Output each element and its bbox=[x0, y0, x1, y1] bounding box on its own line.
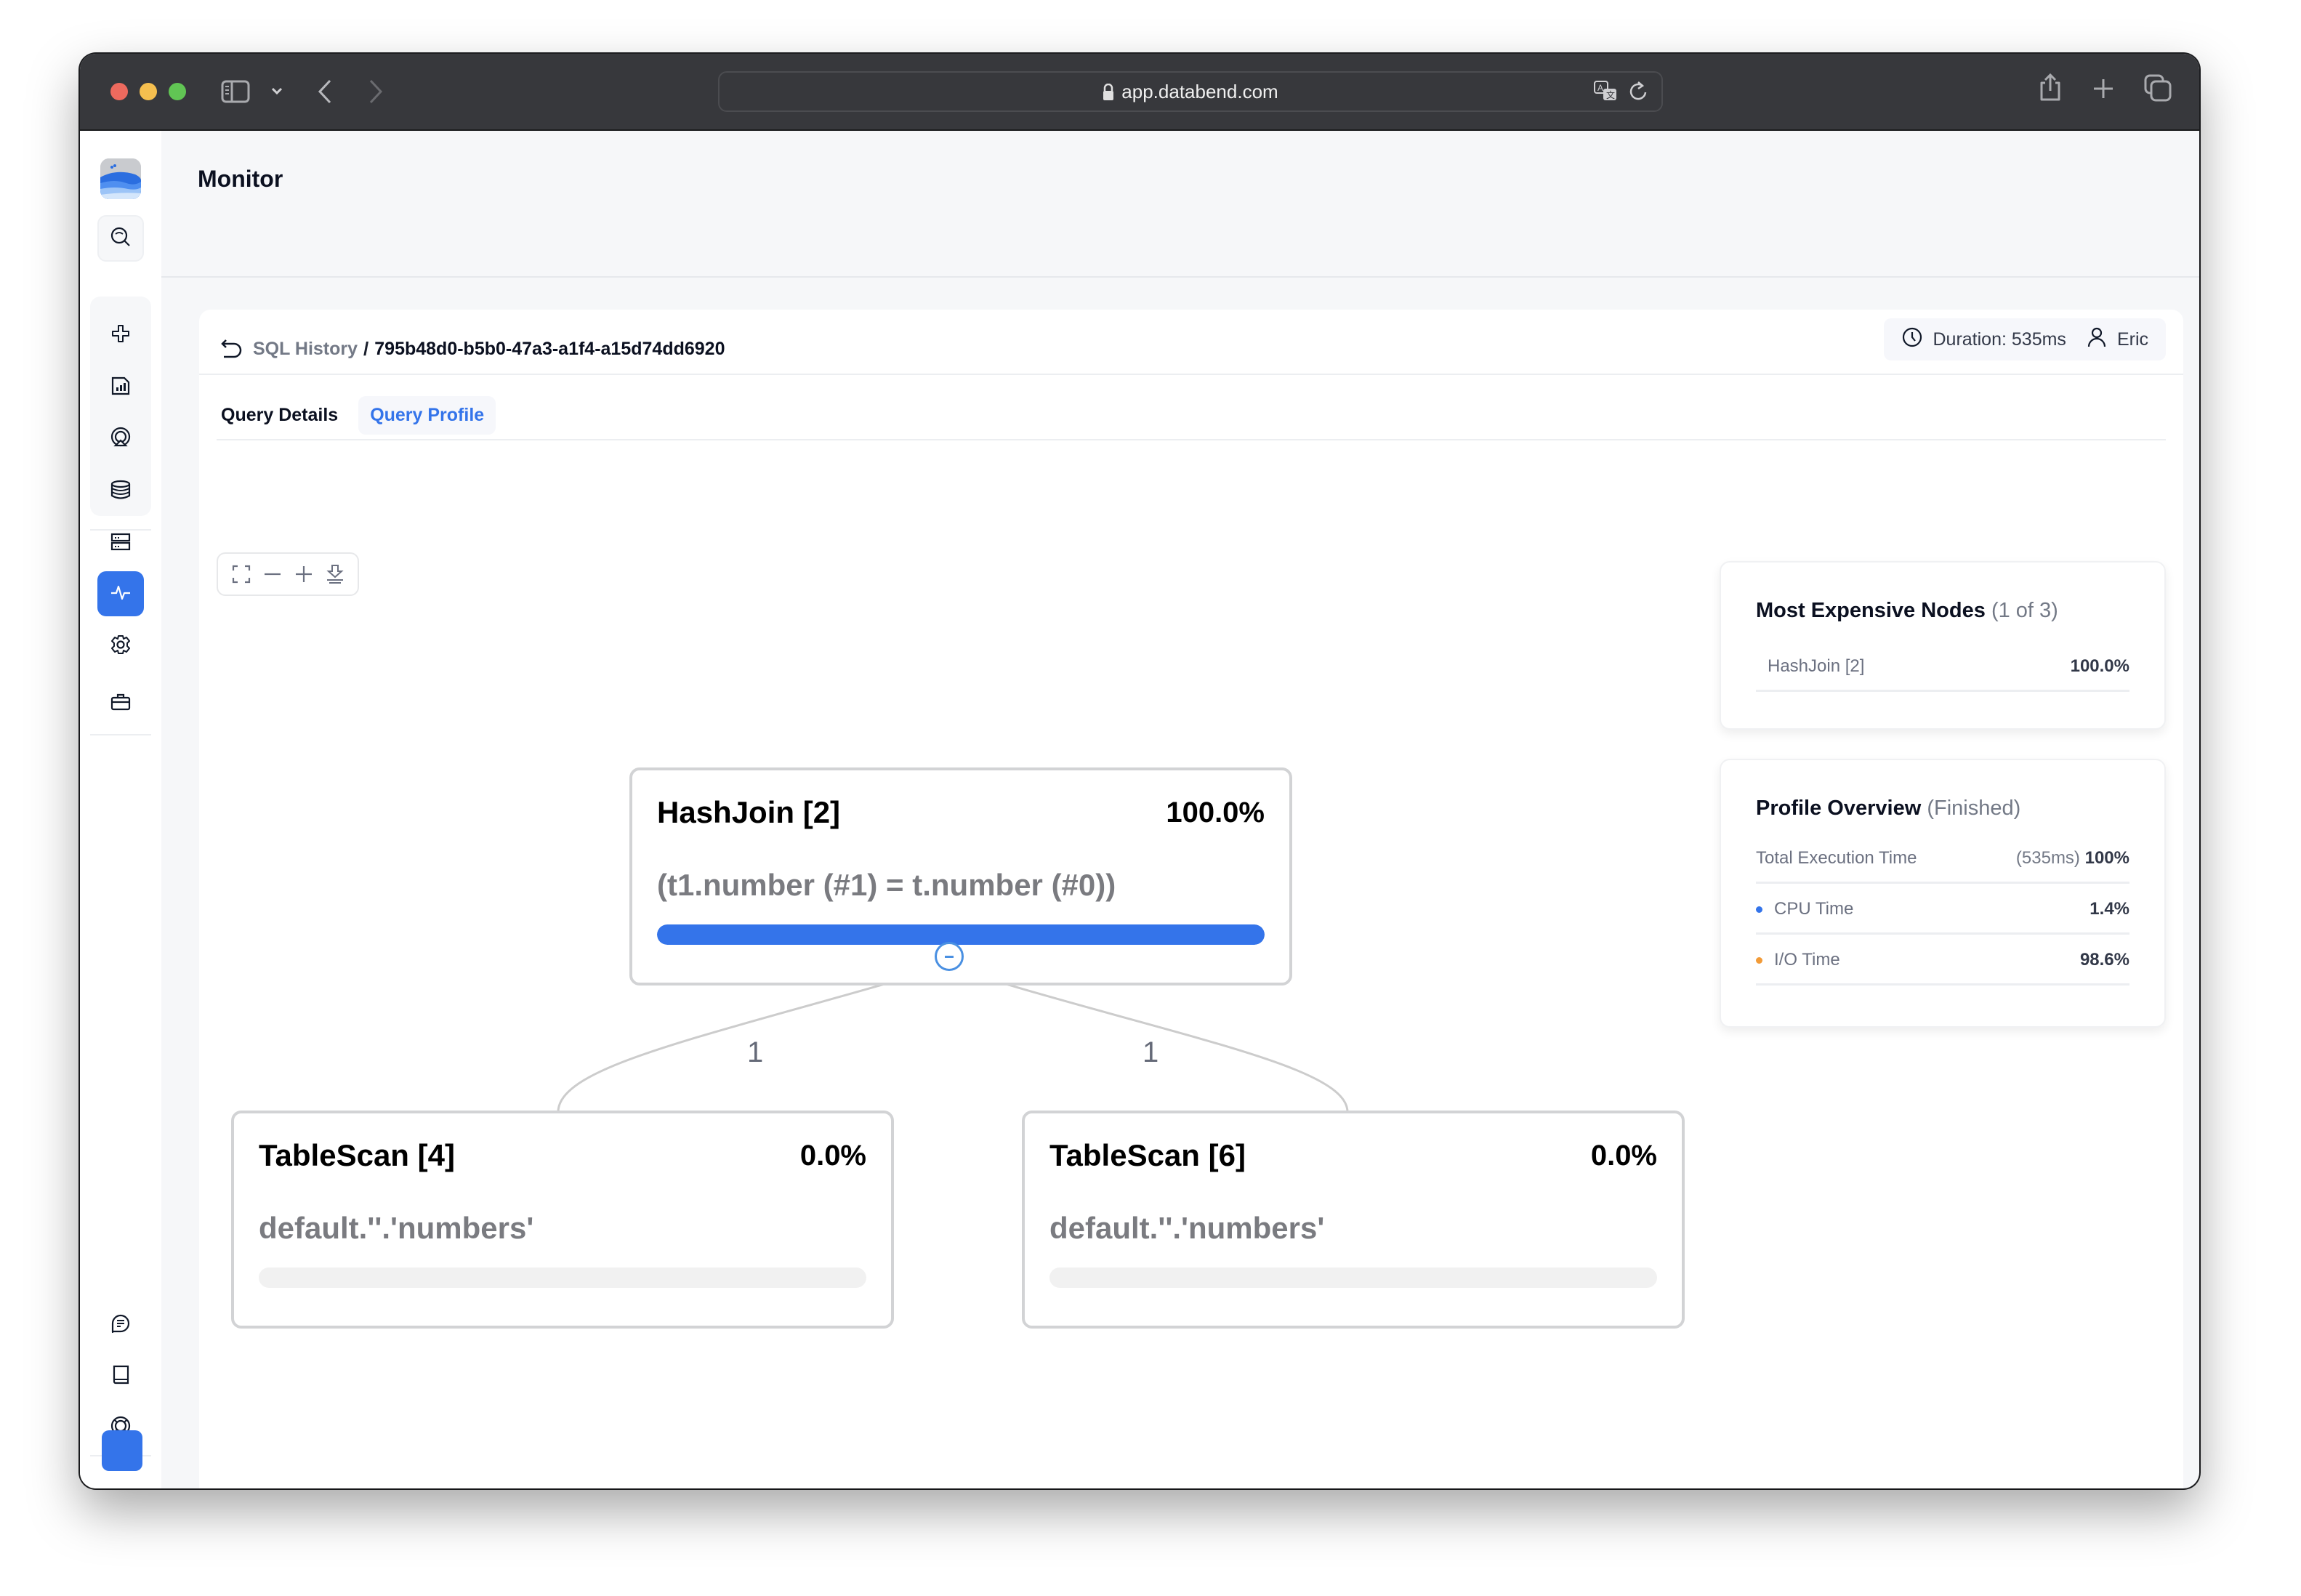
sidebar-item-warehouses[interactable] bbox=[97, 520, 144, 566]
browser-window: app.databend.com A文 Monitor SQL History … bbox=[80, 54, 2199, 1488]
sidebar-divider bbox=[90, 529, 151, 531]
sidebar-item-docs[interactable] bbox=[97, 1353, 144, 1399]
url-text: app.databend.com bbox=[1121, 80, 1278, 102]
reload-icon[interactable] bbox=[1628, 80, 1648, 110]
address-bar[interactable]: app.databend.com A文 bbox=[718, 71, 1663, 112]
edge-label: 1 bbox=[1143, 1036, 1159, 1068]
cpu-time-dot bbox=[1756, 906, 1762, 913]
browser-toolbar: app.databend.com A文 bbox=[80, 54, 2199, 131]
minimize-window-button[interactable] bbox=[140, 83, 157, 100]
node-description: default.''.'numbers' bbox=[259, 1211, 534, 1245]
clock-icon bbox=[1901, 326, 1923, 353]
search-icon bbox=[110, 226, 132, 251]
forward-icon[interactable] bbox=[368, 78, 384, 108]
app-logo[interactable] bbox=[100, 158, 141, 199]
lock-icon bbox=[1103, 83, 1114, 100]
sidebar-item-settings[interactable] bbox=[97, 623, 144, 669]
profile-status: (Finished) bbox=[1927, 797, 2021, 820]
chart-icon bbox=[110, 375, 132, 400]
tabs-overview-icon[interactable] bbox=[2144, 74, 2172, 105]
sidebar-divider bbox=[90, 734, 151, 735]
duration-text: Duration: 535ms bbox=[1933, 329, 2066, 350]
gear-icon bbox=[110, 634, 132, 659]
sidebar-item-monitor[interactable] bbox=[97, 571, 144, 616]
node-title: HashJoin [2] bbox=[657, 795, 841, 829]
node-cost-bar bbox=[259, 1267, 866, 1288]
chat-icon bbox=[110, 1313, 132, 1338]
svg-text:A: A bbox=[1597, 83, 1603, 93]
panel-title-text: Most Expensive Nodes bbox=[1756, 599, 1986, 622]
total-execution-pct: 100% bbox=[2084, 847, 2129, 868]
close-window-button[interactable] bbox=[110, 83, 128, 100]
plan-node-tablescan-4[interactable]: TableScan [4] 0.0% default.''.'numbers' bbox=[231, 1111, 894, 1329]
toolbox-icon bbox=[110, 691, 132, 717]
edge-label: 1 bbox=[747, 1036, 764, 1068]
sidebar-item-search[interactable] bbox=[97, 215, 144, 262]
panel-title: Profile Overview (Finished) bbox=[1756, 797, 2020, 821]
sidebar-item-data-sharing[interactable] bbox=[97, 416, 144, 462]
io-time-value: 98.6% bbox=[2079, 949, 2129, 970]
node-description: default.''.'numbers' bbox=[1049, 1211, 1325, 1245]
expensive-node-row[interactable]: HashJoin [2] 100.0% bbox=[1756, 642, 2129, 692]
node-title: TableScan [6] bbox=[1049, 1138, 1246, 1172]
cpu-time-row: CPU Time 1.4% bbox=[1756, 885, 2129, 935]
server-icon bbox=[110, 531, 132, 556]
user-avatar[interactable] bbox=[102, 1430, 142, 1471]
book-icon bbox=[110, 1363, 132, 1389]
node-cost-bar bbox=[657, 924, 1265, 945]
graph-edge bbox=[557, 968, 935, 1113]
panel-title: Most Expensive Nodes (1 of 3) bbox=[1756, 599, 2058, 623]
total-execution-time: (535ms) bbox=[2015, 847, 2080, 868]
node-title: TableScan [4] bbox=[259, 1138, 455, 1172]
cpu-time-label: CPU Time bbox=[1774, 898, 1854, 919]
database-icon bbox=[110, 479, 132, 504]
sidebar-item-dashboards[interactable] bbox=[97, 364, 144, 411]
sidebar-toggle-icon[interactable] bbox=[221, 80, 250, 107]
io-time-dot bbox=[1756, 956, 1762, 964]
activity-icon bbox=[110, 581, 132, 607]
sidebar-item-feedback[interactable] bbox=[97, 1302, 144, 1348]
maximize-window-button[interactable] bbox=[169, 83, 186, 100]
query-plan-graph: HashJoin [2] 100.0% (t1.number (#1) = t.… bbox=[199, 310, 1893, 1488]
workflow-icon bbox=[110, 323, 132, 348]
io-time-label: I/O Time bbox=[1774, 949, 1840, 970]
share-icon[interactable] bbox=[2038, 73, 2063, 105]
broadcast-icon bbox=[110, 427, 132, 452]
header-divider bbox=[161, 276, 2199, 278]
sidebar bbox=[80, 131, 161, 1488]
node-percentage: 100.0% bbox=[1166, 797, 1265, 829]
translate-icon[interactable]: A文 bbox=[1593, 80, 1619, 110]
main-content: Monitor SQL History / 795b48d0-b5b0-47a3… bbox=[161, 131, 2199, 1488]
total-execution-label: Total Execution Time bbox=[1756, 847, 1917, 868]
svg-text:文: 文 bbox=[1606, 89, 1615, 100]
node-percentage: 0.0% bbox=[799, 1140, 866, 1172]
panel-title-text: Profile Overview bbox=[1756, 797, 1922, 820]
collapse-node-button[interactable] bbox=[935, 942, 964, 971]
node-percentage: 0.0% bbox=[1590, 1140, 1657, 1172]
sidebar-item-workspace[interactable] bbox=[97, 312, 144, 358]
expensive-node-value: 100.0% bbox=[2070, 656, 2129, 676]
expensive-node-name: HashJoin [2] bbox=[1768, 656, 1865, 676]
sidebar-item-toolbox[interactable] bbox=[97, 680, 144, 727]
query-profile-card: SQL History / 795b48d0-b5b0-47a3-a1f4-a1… bbox=[199, 310, 2183, 1488]
node-cost-fill bbox=[657, 924, 1265, 945]
user-icon bbox=[2087, 326, 2107, 353]
page-title: Monitor bbox=[198, 166, 283, 192]
back-icon[interactable] bbox=[317, 78, 333, 108]
total-execution-row: Total Execution Time (535ms) 100% bbox=[1756, 834, 2129, 884]
cpu-time-value: 1.4% bbox=[2090, 898, 2129, 919]
node-description: (t1.number (#1) = t.number (#0)) bbox=[657, 868, 1116, 902]
most-expensive-nodes-panel: Most Expensive Nodes (1 of 3) HashJoin [… bbox=[1720, 561, 2166, 730]
plan-node-tablescan-6[interactable]: TableScan [6] 0.0% default.''.'numbers' bbox=[1022, 1111, 1685, 1329]
io-time-row: I/O Time 98.6% bbox=[1756, 936, 2129, 986]
panel-count: (1 of 3) bbox=[1991, 599, 2058, 622]
profile-overview-panel: Profile Overview (Finished) Total Execut… bbox=[1720, 759, 2166, 1028]
minus-icon bbox=[945, 955, 954, 958]
new-tab-icon[interactable] bbox=[2092, 77, 2115, 104]
node-cost-bar bbox=[1049, 1267, 1657, 1288]
chevron-down-icon[interactable] bbox=[270, 86, 283, 100]
sidebar-item-databases[interactable] bbox=[97, 468, 144, 515]
user-name: Eric bbox=[2116, 329, 2148, 350]
query-meta: Duration: 535ms Eric bbox=[1883, 318, 2166, 360]
